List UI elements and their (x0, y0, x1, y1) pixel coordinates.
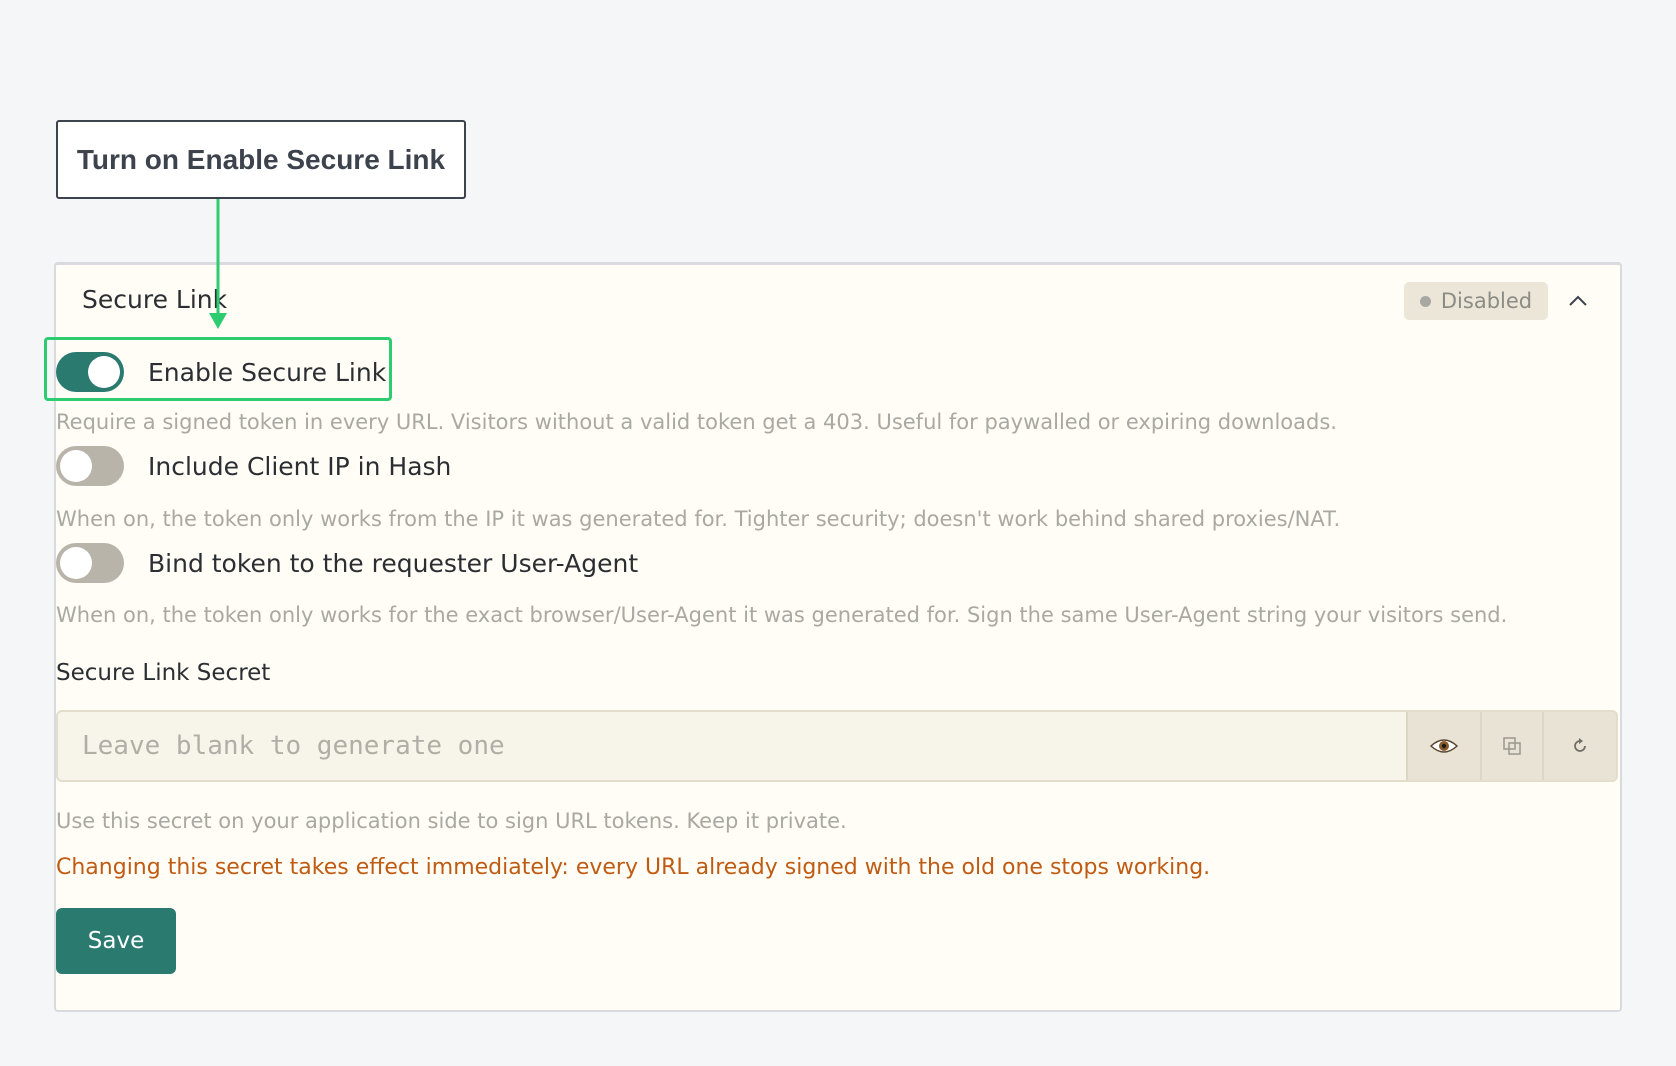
status-dot-icon (1419, 295, 1431, 307)
eye-icon[interactable] (1406, 712, 1480, 780)
toggle-knob (88, 356, 120, 388)
secure-link-panel: Secure Link Disabled Enable Secure Link … (44, 262, 1622, 1012)
enable-secure-link-toggle[interactable] (56, 352, 124, 392)
user-agent-row: Bind token to the requester User-Agent (56, 543, 638, 583)
toggle-knob (60, 450, 92, 482)
secret-field-label: Secure Link Secret (56, 660, 271, 686)
status-badge-label: Disabled (1440, 289, 1533, 313)
status-badge: Disabled (1404, 282, 1548, 320)
save-button[interactable]: Save (56, 908, 176, 974)
toggle-knob (60, 547, 92, 579)
enable-secure-link-label: Enable Secure Link (148, 357, 387, 387)
panel-title: Secure Link (82, 285, 228, 314)
annotation-callout-text: Turn on Enable Secure Link (76, 143, 446, 175)
secret-warning: Changing this secret takes effect immedi… (56, 855, 1211, 880)
client-ip-row: Include Client IP in Hash (56, 446, 451, 486)
client-ip-toggle[interactable] (56, 446, 124, 486)
secret-help: Use this secret on your application side… (56, 809, 847, 833)
chevron-up-icon[interactable] (1560, 283, 1596, 319)
copy-icon[interactable] (1480, 712, 1542, 780)
enable-secure-link-help: Require a signed token in every URL. Vis… (56, 410, 1337, 434)
refresh-icon[interactable] (1542, 712, 1616, 780)
annotation-callout: Turn on Enable Secure Link (56, 120, 466, 199)
enable-secure-link-row: Enable Secure Link (56, 352, 386, 392)
secret-input-group (56, 710, 1618, 782)
user-agent-help: When on, the token only works for the ex… (56, 603, 1508, 627)
user-agent-label: Bind token to the requester User-Agent (148, 548, 639, 578)
client-ip-label: Include Client IP in Hash (148, 451, 452, 481)
user-agent-toggle[interactable] (56, 543, 124, 583)
secret-input[interactable] (58, 712, 1406, 780)
client-ip-help: When on, the token only works from the I… (56, 507, 1341, 531)
